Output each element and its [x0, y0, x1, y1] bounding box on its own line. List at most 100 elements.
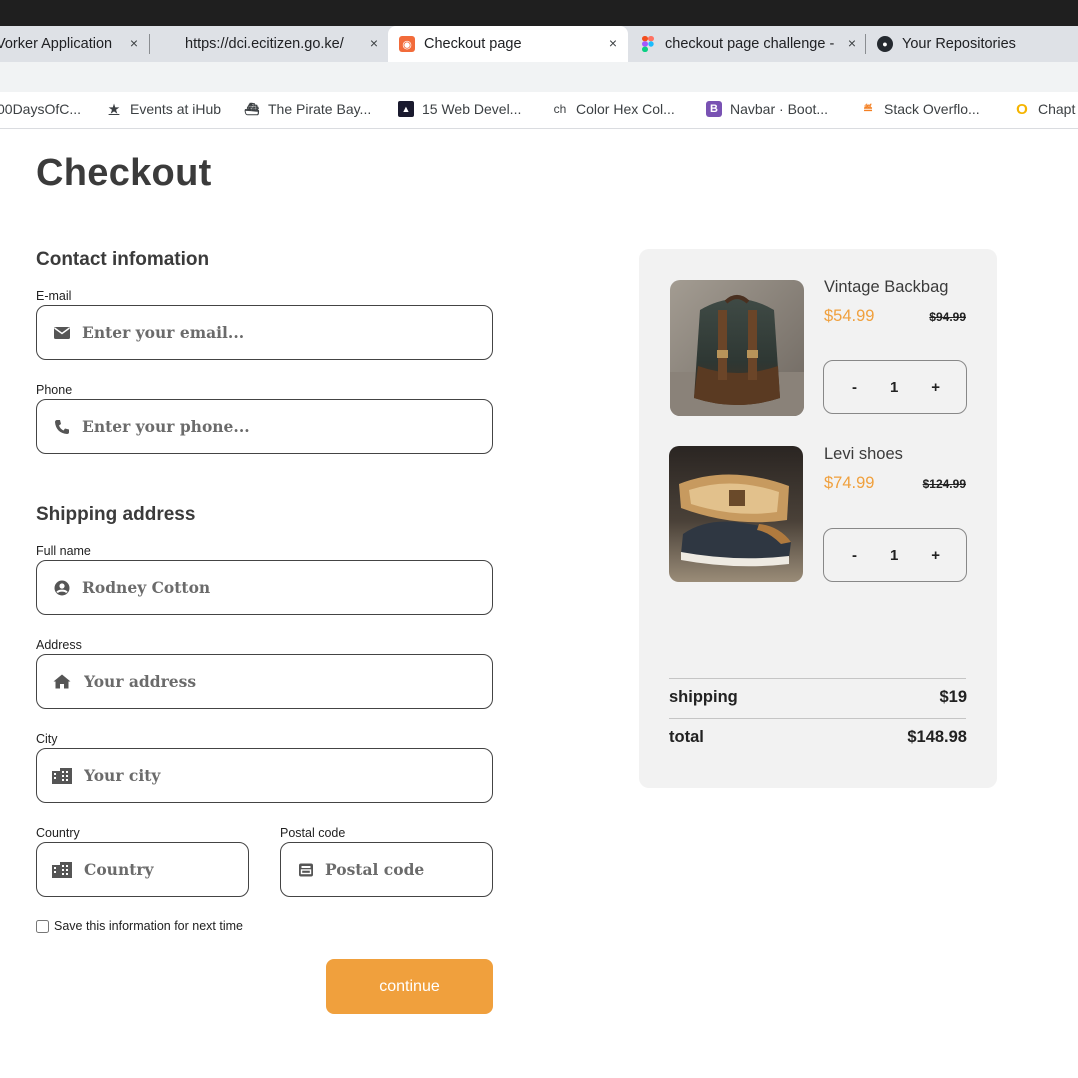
bookmarks-bar: 00DaysOfC... ★ Events at iHub ⛴ The Pira… — [0, 92, 1078, 129]
bookmark-stack-overflow[interactable]: ≝ Stack Overflo... — [860, 101, 980, 117]
page-title: Checkout — [36, 152, 212, 194]
country-input[interactable] — [84, 860, 248, 879]
increment-button[interactable]: + — [931, 547, 940, 564]
item-old-price: $124.99 — [922, 477, 966, 491]
tab-title: Checkout page — [424, 36, 522, 52]
bookmark-label: Events at iHub — [130, 101, 222, 117]
figma-icon — [640, 36, 656, 52]
postal-code-field[interactable] — [280, 842, 493, 897]
bootstrap-icon: B — [706, 101, 722, 117]
bookmark-events-ihub[interactable]: ★ Events at iHub — [106, 101, 221, 117]
country-label: Country — [36, 826, 80, 840]
save-info-label: Save this information for next time — [54, 919, 243, 933]
stackoverflow-icon: ≝ — [862, 102, 874, 116]
postal-code-label: Postal code — [280, 826, 346, 840]
shipping-label: shipping — [669, 688, 738, 706]
tab-strip: Vorker Application × https://dci.ecitize… — [0, 26, 1078, 62]
close-icon[interactable]: × — [848, 35, 856, 51]
item-name: Levi shoes — [824, 445, 903, 463]
save-info-row[interactable]: Save this information for next time — [36, 919, 243, 933]
bookmark-label: Navbar · Boot... — [730, 101, 829, 117]
full-name-input[interactable] — [82, 578, 492, 597]
divider — [669, 678, 966, 679]
window-top-bar — [0, 0, 1078, 26]
increment-button[interactable]: + — [931, 379, 940, 396]
bookmark-chapt[interactable]: O Chapt — [1014, 100, 1076, 118]
tab-dci-ecitizen[interactable]: https://dci.ecitizen.go.ke/ × — [150, 26, 388, 62]
email-label: E-mail — [36, 289, 72, 303]
city-field[interactable] — [36, 748, 493, 803]
country-field[interactable] — [36, 842, 249, 897]
browser-toolbar — [0, 62, 1078, 92]
bookmark-label: Chapt — [1038, 101, 1076, 117]
item-price: $54.99 — [824, 307, 875, 325]
shoes-image — [669, 446, 803, 582]
bookmark-label: The Pirate Bay... — [268, 101, 372, 117]
quantity-value: 1 — [889, 378, 899, 396]
phone-field[interactable] — [36, 399, 493, 454]
continue-button[interactable]: continue — [326, 959, 493, 1014]
quantity-stepper[interactable]: - 1 + — [823, 360, 967, 414]
envelope-icon — [52, 323, 72, 343]
phone-label: Phone — [36, 383, 73, 397]
user-circle-icon — [52, 578, 72, 598]
home-icon — [52, 672, 72, 692]
opera-icon: O — [1016, 100, 1028, 118]
save-info-checkbox[interactable] — [36, 919, 49, 933]
ship-icon: ⛴ — [244, 102, 260, 116]
bookmark-100-days[interactable]: 00DaysOfC... — [0, 101, 81, 117]
address-label: Address — [36, 638, 82, 652]
divider — [669, 718, 966, 719]
bookmark-label: Stack Overflo... — [884, 101, 980, 117]
phone-icon — [52, 417, 72, 437]
close-icon[interactable]: × — [370, 35, 378, 51]
city-building-icon — [52, 766, 72, 786]
full-name-label: Full name — [36, 544, 91, 558]
order-summary-card: Vintage Backbag $54.99 $94.99 - 1 + Levi… — [639, 249, 997, 788]
item-name: Vintage Backbag — [824, 278, 949, 296]
address-field[interactable] — [36, 654, 493, 709]
github-icon: ● — [877, 36, 893, 52]
shipping-value: $19 — [939, 688, 967, 706]
close-icon[interactable]: × — [130, 35, 138, 51]
tab-checkout-page[interactable]: ◉ Checkout page × — [388, 26, 628, 62]
star-icon: ★ — [108, 102, 120, 116]
bookmark-navbar-boot[interactable]: B Navbar · Boot... — [706, 101, 828, 117]
item-old-price: $94.99 — [929, 310, 966, 324]
tab-title: checkout page challenge - — [665, 36, 835, 52]
phone-input[interactable] — [82, 417, 492, 436]
quantity-stepper[interactable]: - 1 + — [823, 528, 967, 582]
close-icon[interactable]: × — [609, 35, 617, 51]
postal-code-input[interactable] — [325, 860, 492, 879]
shipping-section-title: Shipping address — [36, 504, 196, 525]
bookmark-label: 15 Web Devel... — [422, 101, 522, 117]
bookmark-color-hex[interactable]: ch Color Hex Col... — [552, 101, 675, 117]
orange-square-icon: ◉ — [399, 36, 415, 52]
tab-your-repositories[interactable]: ● Your Repositories — [866, 26, 1078, 62]
email-field[interactable] — [36, 305, 493, 360]
ch-icon: ch — [553, 102, 567, 116]
bookmark-web-devel[interactable]: ▲ 15 Web Devel... — [398, 101, 521, 117]
full-name-field[interactable] — [36, 560, 493, 615]
decrement-button[interactable]: - — [852, 547, 857, 564]
backpack-image — [670, 280, 804, 416]
tab-title: https://dci.ecitizen.go.ke/ — [185, 36, 344, 52]
city-label: City — [36, 732, 58, 746]
address-input[interactable] — [84, 672, 492, 691]
total-label: total — [669, 728, 704, 746]
bookmark-label: 00DaysOfC... — [0, 101, 82, 117]
tab-title: Vorker Application — [0, 36, 113, 52]
dev-icon: ▲ — [398, 101, 414, 117]
city-input[interactable] — [84, 766, 492, 785]
tab-worker-application[interactable]: Vorker Application × — [0, 26, 150, 62]
total-value: $148.98 — [907, 728, 967, 746]
decrement-button[interactable]: - — [852, 379, 857, 396]
quantity-value: 1 — [889, 546, 899, 564]
contact-section-title: Contact infomation — [36, 249, 210, 270]
bookmark-label: Color Hex Col... — [576, 101, 675, 117]
bookmark-pirate-bay[interactable]: ⛴ The Pirate Bay... — [244, 101, 371, 117]
mailbox-icon — [296, 860, 316, 880]
email-input[interactable] — [82, 323, 492, 342]
tab-figma-checkout[interactable]: checkout page challenge - × — [628, 26, 866, 62]
tab-title: Your Repositories — [902, 36, 1016, 52]
